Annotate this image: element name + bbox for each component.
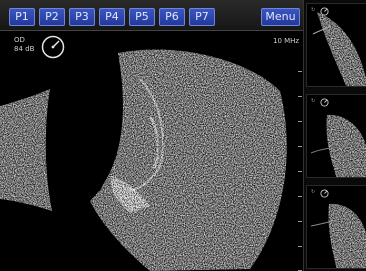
probe-gauge-icon <box>41 35 65 59</box>
gauge-icon <box>320 98 329 107</box>
thumbnail-3-scan <box>310 203 366 268</box>
thumbnail-panel: ↻ ↻ ↻ <box>303 0 366 271</box>
preset-button-p7[interactable]: P7 <box>189 8 215 26</box>
thumbnail-3-marker: ↻ <box>311 189 316 195</box>
menu-button[interactable]: Menu <box>261 8 300 26</box>
thumbnail-2-scan <box>310 114 366 177</box>
preset-button-p2[interactable]: P2 <box>39 8 65 26</box>
preset-button-p1[interactable]: P1 <box>9 8 35 26</box>
gauge-icon <box>320 7 329 16</box>
preset-toolbar: P1 P2 P3 P4 P5 P6 P7 Menu <box>0 0 303 31</box>
gauge-icon <box>320 189 329 198</box>
thumbnail-3[interactable]: ↻ <box>306 185 366 269</box>
frequency-label: 10 MHz <box>273 37 300 45</box>
thumbnail-1-scan <box>312 12 366 86</box>
preset-button-p3[interactable]: P3 <box>69 8 95 26</box>
thumbnail-1[interactable]: ↻ <box>306 3 366 87</box>
depth-scale <box>294 71 302 271</box>
preset-button-p6[interactable]: P6 <box>159 8 185 26</box>
ultrasound-main-view[interactable]: OD 84 dB 10 MHz <box>0 31 303 271</box>
b-scan-image <box>0 49 287 271</box>
preset-button-p5[interactable]: P5 <box>129 8 155 26</box>
scan-status: OD 84 dB <box>14 36 34 54</box>
thumbnail-2-marker: ↻ <box>311 98 316 104</box>
gain-label: 84 dB <box>14 45 35 53</box>
thumbnail-1-marker: ↻ <box>311 7 316 13</box>
eye-label: OD <box>14 36 25 44</box>
preset-button-p4[interactable]: P4 <box>99 8 125 26</box>
thumbnail-2[interactable]: ↻ <box>306 94 366 178</box>
